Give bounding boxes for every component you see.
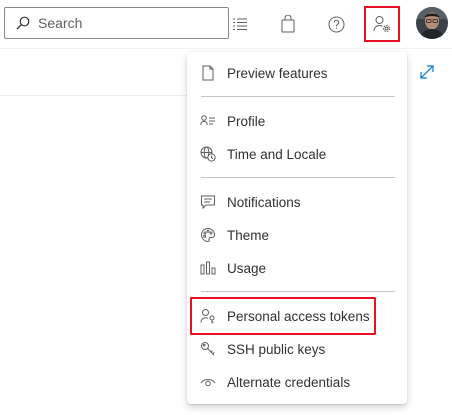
menu-item-ssh-public-keys[interactable]: SSH public keys [187, 335, 407, 363]
menu-item-label: Profile [227, 113, 266, 129]
expand-icon[interactable] [419, 64, 435, 80]
eye-icon [200, 374, 216, 390]
contact-card-icon [200, 113, 216, 129]
menu-divider [201, 96, 395, 97]
menu-item-profile[interactable]: Profile [187, 107, 407, 135]
user-settings-menu: Preview features Profile Time and Locale… [187, 52, 407, 404]
help-button[interactable] [320, 8, 352, 40]
subheader-divider [0, 95, 190, 96]
document-icon [200, 65, 216, 81]
menu-item-label: Preview features [227, 65, 328, 81]
avatar[interactable] [416, 7, 448, 39]
globe-clock-icon [200, 146, 216, 162]
menu-item-label: Time and Locale [227, 146, 327, 162]
user-settings-button[interactable] [364, 6, 400, 42]
top-bar [0, 0, 452, 48]
menu-item-label: SSH public keys [227, 341, 326, 357]
marketplace-button[interactable] [272, 8, 304, 40]
menu-divider [201, 291, 395, 292]
menu-item-time-and-locale[interactable]: Time and Locale [187, 140, 407, 168]
shopping-bag-icon [280, 15, 296, 33]
user-settings-highlight [364, 6, 400, 42]
search-icon [16, 16, 30, 30]
avatar-photo-icon [416, 7, 448, 39]
menu-item-label: Usage [227, 260, 267, 276]
header-divider [0, 48, 452, 49]
help-icon [328, 16, 345, 33]
list-button[interactable] [224, 8, 256, 40]
key-icon [200, 341, 216, 357]
menu-item-usage[interactable]: Usage [187, 254, 407, 282]
menu-item-notifications[interactable]: Notifications [187, 188, 407, 216]
search-box[interactable] [4, 7, 229, 39]
menu-divider [201, 177, 395, 178]
menu-item-label: Alternate credentials [227, 374, 351, 390]
comment-icon [200, 194, 216, 210]
menu-item-label: Notifications [227, 194, 301, 210]
list-icon [232, 16, 248, 32]
user-settings-icon [373, 15, 391, 33]
personal-access-tokens-highlight [190, 297, 376, 335]
menu-item-preview-features[interactable]: Preview features [187, 59, 407, 87]
menu-item-alternate-credentials[interactable]: Alternate credentials [187, 368, 407, 396]
bar-chart-icon [200, 260, 216, 276]
menu-item-label: Theme [227, 227, 270, 243]
palette-icon [200, 227, 216, 243]
search-input[interactable] [38, 15, 218, 31]
menu-item-theme[interactable]: Theme [187, 221, 407, 249]
